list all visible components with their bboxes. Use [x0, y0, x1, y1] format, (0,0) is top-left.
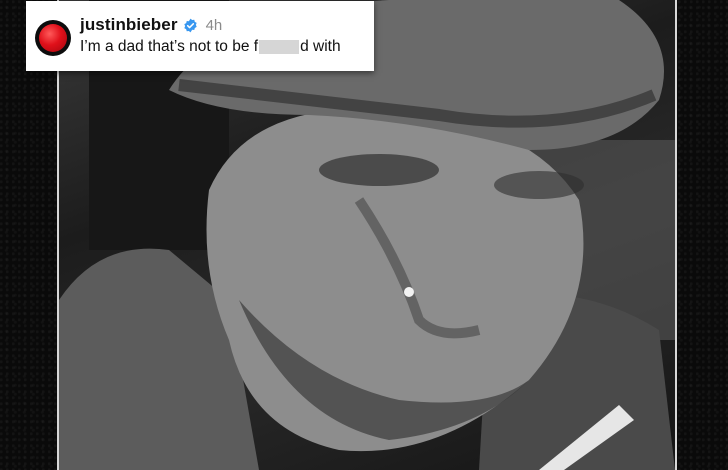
post-caption: I’m a dad that’s not to be f d with	[80, 38, 341, 56]
post-timestamp: 4h	[205, 16, 223, 34]
verified-badge-icon	[183, 18, 198, 33]
username[interactable]: justinbieber	[80, 15, 178, 35]
post-header: justinbieber 4h	[80, 15, 222, 35]
profile-avatar-icon	[39, 24, 67, 52]
instagram-caption-card: justinbieber 4h I’m a dad that’s not to …	[26, 1, 374, 71]
censor-bar	[259, 40, 300, 54]
caption-text-start: I’m a dad that’s not to be f	[80, 38, 259, 55]
avatar[interactable]	[35, 20, 71, 56]
caption-text-end: d with	[300, 38, 341, 55]
